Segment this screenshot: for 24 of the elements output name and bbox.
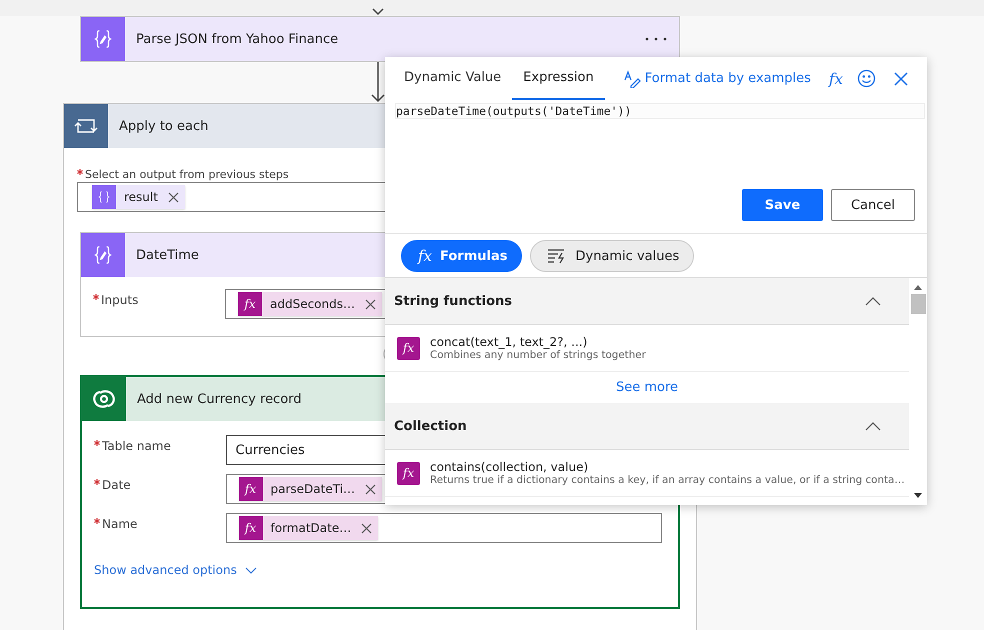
function-name: concat(text_1, text_2?, ...) [430, 335, 588, 349]
fx-icon: fx [397, 336, 420, 360]
token-label: formatDate… [270, 521, 352, 535]
fx-icon: fx [238, 516, 263, 540]
step-title: Parse JSON from Yahoo Finance [136, 32, 338, 46]
fx-icon: fx [418, 247, 432, 265]
function-description: Combines any number of strings together [430, 349, 646, 361]
field-label: Inputs [101, 293, 138, 307]
field-label: Date [102, 478, 131, 492]
token-label: addSeconds… [270, 297, 356, 311]
step-title: DateTime [136, 248, 199, 262]
token-label: result [124, 190, 158, 204]
field-label: Select an output from previous steps [85, 168, 289, 181]
step-title: Apply to each [119, 118, 208, 134]
section-title: String functions [394, 294, 512, 308]
fx-icon: fx [238, 477, 263, 501]
step-title: Add new Currency record [137, 392, 302, 406]
function-name: contains(collection, value) [430, 460, 590, 474]
field-label: Table name [102, 439, 171, 453]
token-label: parseDateTi… [270, 482, 356, 496]
fx-icon: fx [397, 462, 420, 484]
section-title: Collection [394, 418, 467, 434]
field-label: Name [102, 517, 138, 531]
fx-icon: fx [238, 292, 262, 316]
